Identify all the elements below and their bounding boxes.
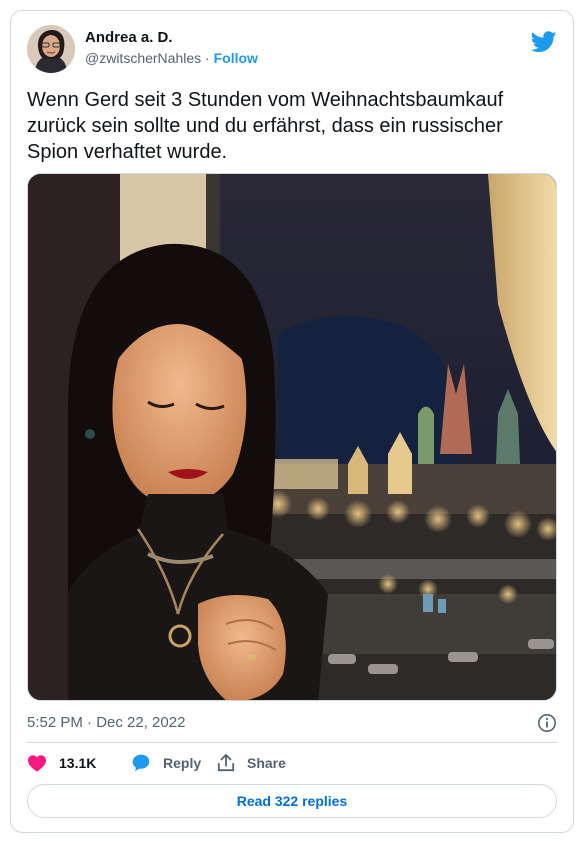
- author-names: Andrea a. D. @zwitscherNahles · Follow: [85, 28, 258, 68]
- heart-icon: [28, 755, 46, 772]
- info-icon[interactable]: [537, 713, 557, 733]
- tweet-text: Wenn Gerd seit 3 Stunden vom Weihnachtsb…: [27, 89, 504, 163]
- follow-link[interactable]: Follow: [214, 50, 258, 66]
- share-button[interactable]: Share: [217, 751, 286, 775]
- like-count: 13.1K: [59, 755, 97, 771]
- author-handle-line: @zwitscherNahles · Follow: [85, 48, 258, 68]
- share-icon: [217, 754, 235, 772]
- tweet-card: Andrea a. D. @zwitscherNahles · Follow W…: [10, 10, 574, 833]
- author-avatar[interactable]: [27, 25, 75, 73]
- author-display-name[interactable]: Andrea a. D.: [85, 28, 258, 48]
- speech-bubble-icon: [132, 754, 150, 772]
- tweet-photo[interactable]: [27, 173, 557, 701]
- tweet-actions: 13.1K Reply Share: [27, 751, 557, 777]
- divider: [27, 742, 557, 743]
- read-replies-button[interactable]: Read 322 replies: [27, 784, 557, 818]
- tweet-timestamp[interactable]: 5:52 PM · Dec 22, 2022: [27, 714, 185, 731]
- author-handle[interactable]: @zwitscherNahles: [85, 50, 201, 66]
- tweet-meta: 5:52 PM · Dec 22, 2022: [27, 713, 557, 735]
- reply-button[interactable]: Reply: [131, 751, 201, 775]
- twitter-bird-icon[interactable]: [531, 31, 557, 53]
- reply-label: Reply: [163, 755, 202, 771]
- share-label: Share: [247, 755, 286, 771]
- tweet-header: Andrea a. D. @zwitscherNahles · Follow: [27, 23, 557, 75]
- handle-separator: ·: [205, 50, 210, 66]
- like-button[interactable]: 13.1K: [27, 751, 96, 775]
